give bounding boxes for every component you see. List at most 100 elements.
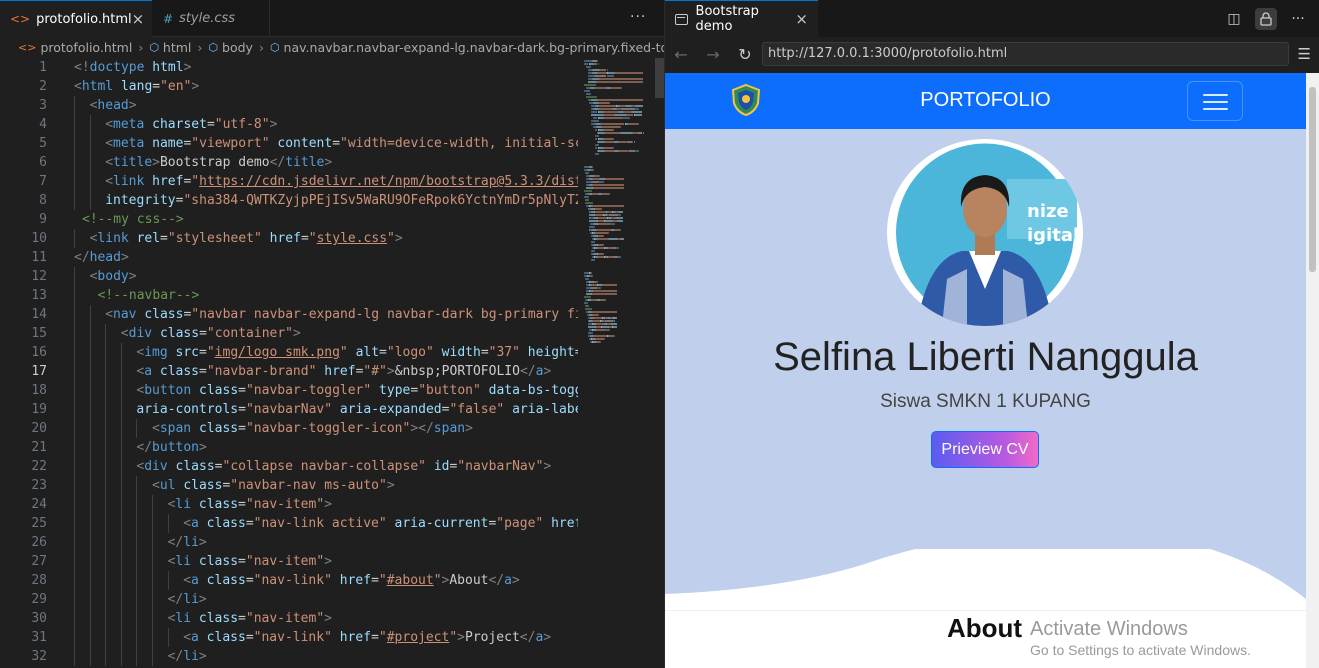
code-token: aria-labe <box>512 402 578 417</box>
code-token: > <box>324 155 333 170</box>
code-line[interactable]: 29 </li> <box>0 590 578 609</box>
code-line[interactable]: 1 <!doctype html> <box>0 58 578 77</box>
code-token: "nav-link" <box>253 630 332 645</box>
svg-text:igital: igital <box>1027 225 1079 246</box>
code-token: </ <box>519 364 536 379</box>
code-line[interactable]: 6 <title>Bootstrap demo</title> <box>0 153 578 172</box>
indent-guide <box>105 571 107 590</box>
close-icon[interactable]: × <box>795 10 808 28</box>
code-line[interactable]: 21 </button> <box>0 438 578 457</box>
code-line[interactable]: 16 <img src="img/logo smk.png" alt="logo"… <box>0 343 578 362</box>
code-line[interactable]: 2 <html lang="en"> <box>0 77 578 96</box>
code-token: < <box>74 79 82 94</box>
code-text: <div class="collapse navbar-collapse" id… <box>136 457 551 476</box>
editor-tab-bar: <> protofolio.html × # style.css ··· <box>0 0 664 37</box>
code-line[interactable]: 9 <!--my css--> <box>0 210 578 229</box>
back-icon[interactable]: ← <box>665 45 697 64</box>
more-actions-icon[interactable]: ··· <box>630 9 646 25</box>
tab-label: protofolio.html <box>36 11 132 27</box>
lock-icon[interactable] <box>1255 8 1277 30</box>
code-line[interactable]: 19 aria-controls="navbarNav" aria-expande… <box>0 400 578 419</box>
indent-guide <box>74 457 75 476</box>
minimap-line <box>603 235 604 237</box>
reload-icon[interactable]: ↻ <box>729 45 761 64</box>
code-line[interactable]: 26 </li> <box>0 533 578 552</box>
code-line[interactable]: 20 <span class="navbar-toggler-icon"></sp… <box>0 419 578 438</box>
code-token: href <box>339 573 372 588</box>
code-line[interactable]: 11 </head> <box>0 248 578 267</box>
menu-icon[interactable]: ☰ <box>1298 45 1311 63</box>
code-token: "false" <box>449 402 505 417</box>
code-text: </head> <box>74 248 129 267</box>
code-line[interactable]: 17 <a class="navbar-brand" href="#">&nbsp… <box>0 362 578 381</box>
breadcrumb-item[interactable]: protofolio.html <box>40 40 132 55</box>
code-token: class <box>206 516 246 531</box>
code-line[interactable]: 10 <link rel="stylesheet" href="style.css… <box>0 229 578 248</box>
minimap-line <box>603 147 613 149</box>
line-number: 5 <box>39 136 47 151</box>
split-editor-icon[interactable]: ◫ <box>1223 8 1245 30</box>
line-number: 13 <box>31 288 47 303</box>
code-line[interactable]: 24 <li class="nav-item"> <box>0 495 578 514</box>
url-input[interactable]: http://127.0.0.1:3000/protofolio.html <box>762 42 1289 66</box>
editor-scrollbar[interactable] <box>655 58 664 98</box>
code-line[interactable]: 25 <a class="nav-link active" aria-curren… <box>0 514 578 533</box>
code-line[interactable]: 28 <a class="nav-link" href="#about">Abou… <box>0 571 578 590</box>
code-line[interactable]: 22 <div class="collapse navbar-collapse" … <box>0 457 578 476</box>
minimap[interactable] <box>578 58 664 668</box>
code-text: <body> <box>90 267 137 286</box>
scrollbar-thumb[interactable] <box>1309 87 1316 272</box>
code-line[interactable]: 14 <nav class="navbar navbar-expand-lg na… <box>0 305 578 324</box>
line-number: 32 <box>31 649 47 664</box>
code-line[interactable]: 23 <ul class="navbar-nav ms-auto"> <box>0 476 578 495</box>
preview-cv-button[interactable]: Prieview CV <box>931 431 1039 468</box>
screen: <> protofolio.html × # style.css ··· <> … <box>0 0 1319 668</box>
minimap-line <box>596 281 597 283</box>
minimap-line <box>590 93 592 95</box>
code-token: "page" <box>496 516 544 531</box>
code-line[interactable]: 8 integrity="sha384-QWTKZyjpPEjISv5WaRU9O… <box>0 191 578 210</box>
code-line[interactable]: 30 <li class="nav-item"> <box>0 609 578 628</box>
code-text: <a class="nav-link" href="#project">Proj… <box>183 628 551 647</box>
code-token: " <box>339 345 348 360</box>
forward-icon[interactable]: → <box>697 45 729 64</box>
code-token: > <box>543 459 552 474</box>
indent-guide <box>167 571 169 590</box>
code-line[interactable]: 13 <!--navbar--> <box>0 286 578 305</box>
code-token: </ <box>167 535 184 550</box>
code-token: button <box>144 383 192 398</box>
code-token: ></ <box>410 421 434 436</box>
breadcrumb-item[interactable]: body <box>222 40 253 55</box>
breadcrumb-item[interactable]: html <box>163 40 191 55</box>
code-area[interactable]: 1 <!doctype html> 2 <html lang="en"> 3 <head>… <box>0 58 578 668</box>
navbar-toggler-button[interactable] <box>1187 81 1243 121</box>
more-actions-icon[interactable]: ··· <box>1287 8 1309 30</box>
code-line[interactable]: 4 <meta charset="utf-8"> <box>0 115 578 134</box>
tab-protofolio-html[interactable]: <> protofolio.html × <box>0 0 152 37</box>
close-icon[interactable]: × <box>132 10 145 28</box>
code-token: Bootstrap demo <box>159 155 270 170</box>
code-line[interactable]: 5 <meta name="viewport" content="width=de… <box>0 134 578 153</box>
code-line[interactable]: 18 <button class="navbar-toggler" type="b… <box>0 381 578 400</box>
code-line[interactable]: 12 <body> <box>0 267 578 286</box>
tab-bootstrap-demo[interactable]: Bootstrap demo × <box>665 0 818 37</box>
browser-scrollbar[interactable] <box>1306 73 1319 668</box>
line-number: 25 <box>31 516 47 531</box>
indent-guide <box>89 343 91 362</box>
indent-guide <box>74 647 75 666</box>
code-line[interactable]: 15 <div class="container"> <box>0 324 578 343</box>
code-line[interactable]: 3 <head> <box>0 96 578 115</box>
code-line[interactable]: 32 </li> <box>0 647 578 666</box>
code-line[interactable]: 27 <li class="nav-item"> <box>0 552 578 571</box>
indent-guide <box>105 381 107 400</box>
indent-guide <box>89 153 91 172</box>
tab-style-css[interactable]: # style.css <box>153 0 270 37</box>
code-line[interactable]: 31 <a class="nav-link" href="#project">Pr… <box>0 628 578 647</box>
code-line[interactable]: 7 <link href="https://cdn.jsdelivr.net/np… <box>0 172 578 191</box>
breadcrumb-item[interactable]: nav.navbar.navbar-expand-lg.navbar-dark.… <box>284 40 664 55</box>
